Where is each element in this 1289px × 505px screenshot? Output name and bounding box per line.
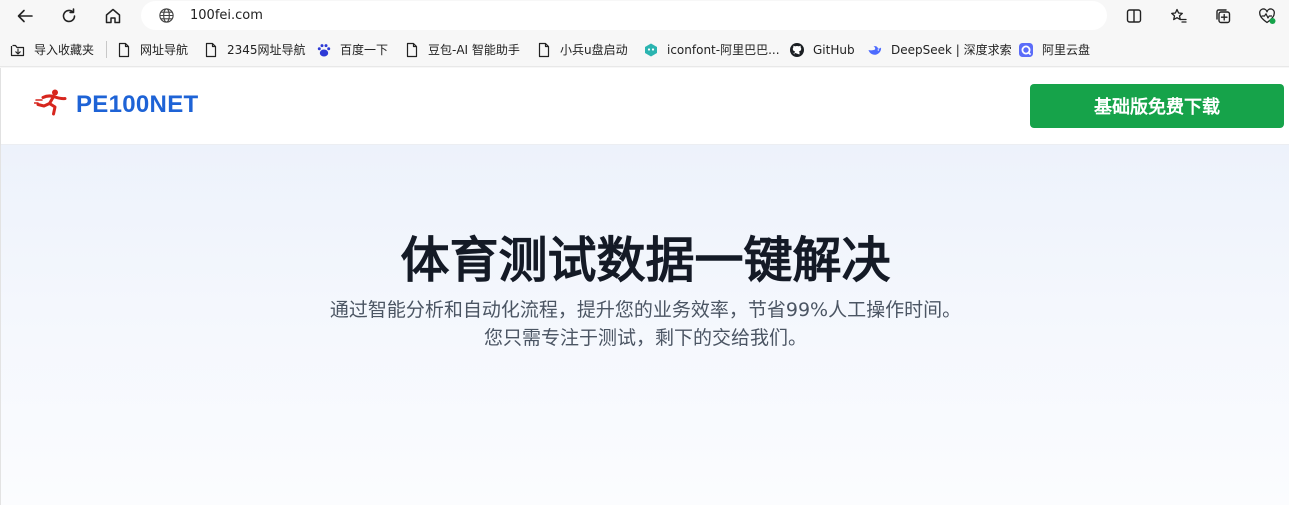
bookmark-github[interactable]: GitHub (789, 40, 855, 59)
refresh-button[interactable] (55, 3, 83, 29)
split-screen-button[interactable] (1120, 3, 1148, 29)
bookmark-label: 阿里云盘 (1042, 43, 1091, 57)
address-bar[interactable]: 100fei.com (141, 1, 1107, 30)
import-folder-icon (10, 44, 25, 56)
globe-icon (159, 8, 174, 23)
hero-subtitle: 通过智能分析和自动化流程，提升您的业务效率，节省99%人工操作时间。 您只需专注… (1, 296, 1289, 352)
hero-title: 体育测试数据一键解决 (400, 232, 891, 289)
bookmark-label: DeepSeek | 深度求索 (891, 43, 1012, 57)
hero-section: 体育测试数据一键解决 通过智能分析和自动化流程，提升您的业务效率，节省99%人工… (1, 145, 1289, 505)
favorites-button[interactable] (1165, 3, 1193, 29)
baidu-paw-icon (317, 43, 331, 56)
refresh-icon (62, 8, 76, 23)
bookmark-label: 导入收藏夹 (34, 43, 95, 57)
bookmark-import-favorites[interactable]: 导入收藏夹 (10, 40, 94, 59)
url-text: 100fei.com (190, 8, 263, 23)
home-button[interactable] (99, 3, 127, 29)
bookmark-label: GitHub (813, 42, 855, 57)
bookmark-url-nav[interactable]: 网址导航 (116, 40, 188, 59)
browser-essentials-button[interactable] (1253, 3, 1281, 29)
bookmark-iconfont[interactable]: iconfont-阿里巴巴... (643, 40, 780, 59)
bookmark-baidu[interactable]: 百度一下 (316, 40, 388, 59)
aliyun-drive-icon (1019, 42, 1033, 57)
iconfont-icon (645, 43, 657, 56)
bookmark-2345-nav[interactable]: 2345网址导航 (203, 40, 306, 59)
site-header: PE100NET 基础版免费下载 (1, 68, 1289, 145)
free-download-button[interactable]: 基础版免费下载 (1030, 84, 1284, 128)
page-icon (118, 42, 130, 57)
deepseek-whale-icon (868, 45, 882, 55)
bookmark-deepseek[interactable]: DeepSeek | 深度求索 (867, 40, 1012, 59)
collections-icon (1216, 9, 1231, 24)
web-page: PE100NET 基础版免费下载 体育测试数据一键解决 通过智能分析和自动化流程… (0, 68, 1289, 505)
bookmark-xiaobing[interactable]: 小兵u盘启动 (536, 40, 628, 59)
collections-button[interactable] (1209, 3, 1237, 29)
split-screen-icon (1126, 9, 1142, 23)
running-man-logo-icon[interactable] (34, 88, 70, 116)
github-icon (790, 42, 804, 57)
page-icon (406, 42, 418, 57)
heart-pulse-icon (1259, 8, 1276, 24)
hero-subtitle-line-1: 通过智能分析和自动化流程，提升您的业务效率，节省99%人工操作时间。 (329, 299, 962, 321)
bookmark-label: 豆包-AI 智能助手 (428, 43, 520, 57)
bookmark-aliyun-drive[interactable]: 阿里云盘 (1018, 40, 1090, 59)
home-icon (105, 8, 121, 24)
bookmark-label: 2345网址导航 (227, 43, 306, 57)
back-button[interactable] (11, 3, 39, 29)
browser-toolbar: 100fei.com (0, 0, 1289, 32)
bookmark-label: iconfont-阿里巴巴... (667, 43, 780, 57)
back-arrow-icon (17, 9, 33, 23)
site-logo-text[interactable]: PE100NET (76, 91, 198, 119)
star-list-icon (1171, 8, 1187, 23)
bookmark-label: 小兵u盘启动 (560, 43, 628, 57)
bookmark-separator (106, 41, 107, 58)
bookmark-label: 百度一下 (340, 43, 389, 57)
page-icon (205, 42, 217, 57)
bookmark-label: 网址导航 (140, 43, 189, 57)
page-icon (538, 42, 550, 57)
bookmark-doubao[interactable]: 豆包-AI 智能助手 (404, 40, 520, 59)
hero-subtitle-line-2: 您只需专注于测试，剩下的交给我们。 (483, 327, 807, 349)
